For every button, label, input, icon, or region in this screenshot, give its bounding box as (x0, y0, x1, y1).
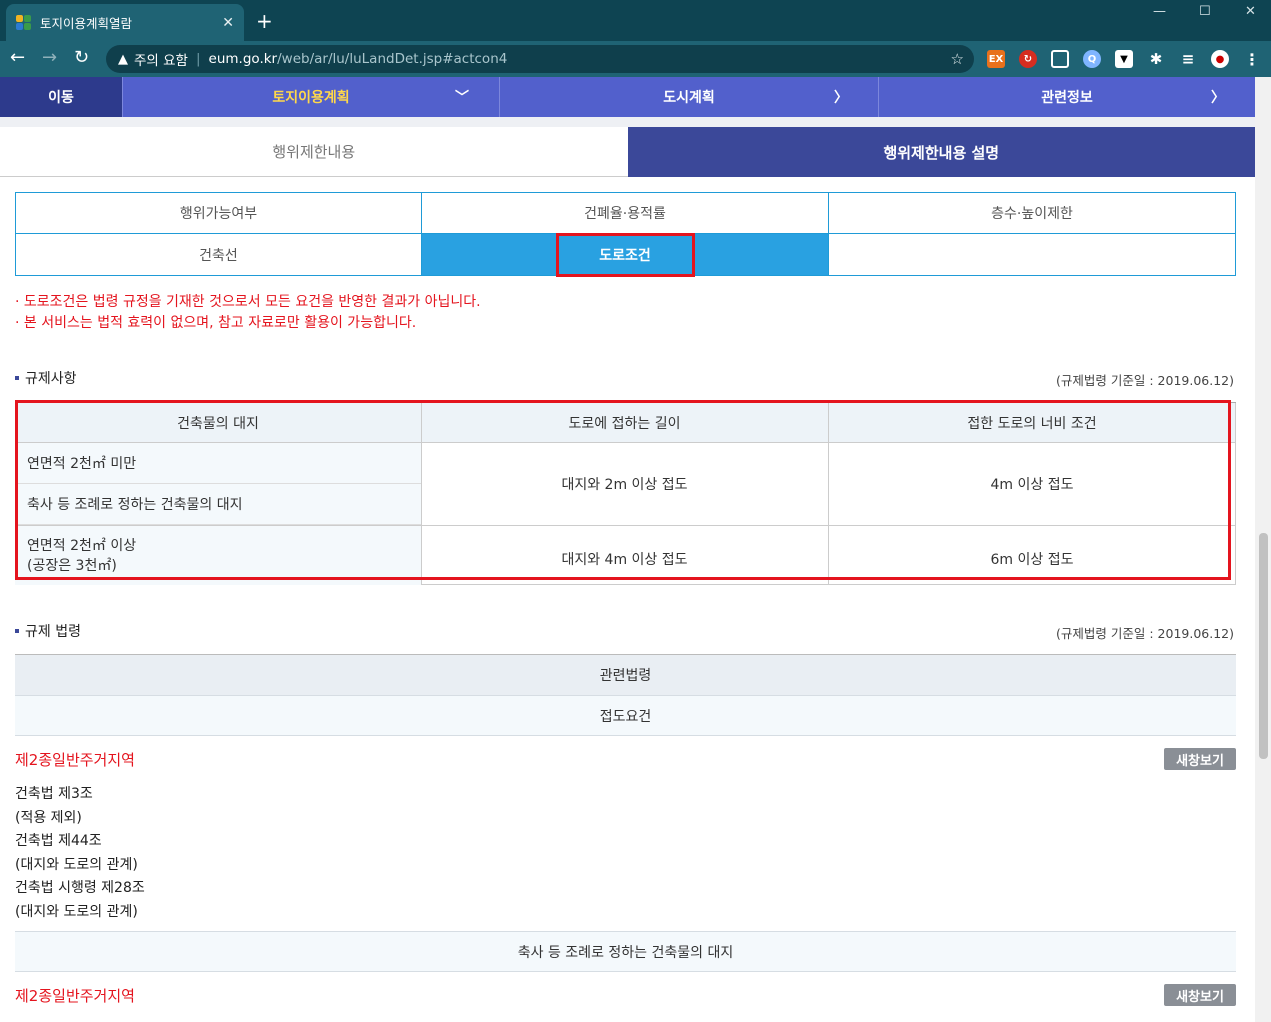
browser-tabbar: 토지이용계획열람 ✕ + — ☐ ✕ (0, 0, 1271, 41)
browser-toolbar: ← → ↻ ▲ 주의 요함 | eum.go.kr /web/ar/lu/luL… (0, 41, 1271, 77)
minimize-icon[interactable]: — (1153, 4, 1166, 19)
law-line: 건축법 시행령 제28조 (15, 880, 145, 896)
url-host: eum.go.kr (208, 51, 278, 67)
law-table-header: 관련법령 (15, 654, 1236, 695)
section-title-laws: 규제 법령 (15, 621, 81, 641)
section-title-text: 규제 법령 (25, 624, 81, 640)
law-line: 건축법 제3조 (15, 786, 93, 802)
chevron-right-icon: 〉 (1211, 90, 1225, 106)
bullet-square-icon (15, 376, 19, 380)
window-close-icon[interactable]: ✕ (1245, 4, 1256, 19)
extension-search-icon[interactable]: Q (1083, 50, 1101, 68)
address-bar[interactable]: ▲ 주의 요함 | eum.go.kr /web/ar/lu/luLandDet… (106, 45, 974, 73)
notice-line: · 도로조건은 법령 규정을 기재한 것으로서 모든 요건을 반영한 결과가 아… (15, 294, 481, 310)
extension-ex-icon[interactable]: EX (987, 50, 1005, 68)
law-line: 건축법 제44조 (15, 833, 102, 849)
regulation-date: (규제법령 기준일 : 2019.06.12) (1056, 373, 1234, 388)
site-navigation: 이동 토지이용계획 ﹀ 도시계획 〉 관련정보 〉 (0, 77, 1255, 117)
nav-land-use-plan-label: 토지이용계획 (272, 90, 350, 106)
reload-icon[interactable]: ↻ (74, 47, 89, 68)
forward-icon[interactable]: → (42, 47, 57, 68)
table-divider (1235, 403, 1236, 585)
browser-tab[interactable]: 토지이용계획열람 ✕ (6, 4, 244, 41)
highlight-box-table (15, 400, 1231, 580)
open-new-window-button[interactable]: 새창보기 (1164, 984, 1236, 1006)
nav-spacer (0, 117, 1255, 127)
subtab-permissibility[interactable]: 행위가능여부 (16, 193, 422, 234)
security-label: 주의 요함 (134, 53, 188, 69)
tab-action-restrictions-explained[interactable]: 행위제한내용 설명 (627, 127, 1255, 177)
nav-related-info-label: 관련정보 (1041, 90, 1093, 106)
subtab-building-line[interactable]: 건축선 (16, 234, 422, 275)
bullet-square-icon (15, 629, 19, 633)
reading-list-icon[interactable]: ≡ (1179, 50, 1197, 68)
zone-name: 제2종일반주거지역 (15, 987, 135, 1005)
nav-urban-plan[interactable]: 도시계획 〉 (499, 77, 878, 117)
chevron-right-icon: 〉 (834, 90, 848, 106)
extension-red-icon[interactable]: ↻ (1019, 50, 1037, 68)
nav-related-info[interactable]: 관련정보 〉 (878, 77, 1255, 117)
content-tabs: 행위제한내용 행위제한내용 설명 (0, 127, 1255, 177)
law-group-title: 축사 등 조례로 정하는 건축물의 대지 (15, 931, 1236, 972)
extension-shield-icon[interactable]: ▼ (1115, 50, 1133, 68)
subtab-height-limit[interactable]: 층수·높이제한 (829, 193, 1235, 234)
nav-land-use-plan[interactable]: 토지이용계획 ﹀ (122, 77, 499, 117)
back-icon[interactable]: ← (10, 47, 25, 68)
maximize-icon[interactable]: ☐ (1199, 4, 1211, 19)
highlight-box-subtab (556, 233, 695, 277)
extensions-puzzle-icon[interactable]: ✱ (1147, 50, 1165, 68)
law-group-title: 접도요건 (15, 695, 1236, 736)
subtab-coverage-ratio[interactable]: 건폐율·용적률 (422, 193, 829, 234)
open-new-window-button[interactable]: 새창보기 (1164, 748, 1236, 770)
section-title-text: 규제사항 (25, 371, 77, 387)
tab-close-icon[interactable]: ✕ (222, 15, 234, 31)
notice-line: · 본 서비스는 법적 효력이 없으며, 참고 자료로만 활용이 가능합니다. (15, 315, 417, 331)
warning-icon: ▲ (118, 51, 128, 67)
tab-action-restrictions[interactable]: 행위제한내용 (0, 127, 628, 177)
law-date: (규제법령 기준일 : 2019.06.12) (1056, 626, 1234, 641)
bookmark-star-icon[interactable]: ☆ (951, 50, 964, 68)
profile-avatar[interactable]: ● (1211, 50, 1229, 68)
nav-urban-plan-label: 도시계획 (663, 90, 715, 106)
site-favicon-icon (16, 14, 32, 31)
nav-move[interactable]: 이동 (0, 77, 122, 117)
url-path: /web/ar/lu/luLandDet.jsp#actcon4 (277, 51, 508, 67)
section-title-regulations: 규제사항 (15, 368, 77, 388)
new-tab-icon[interactable]: + (256, 9, 273, 33)
scrollbar-thumb[interactable] (1259, 533, 1268, 759)
law-line: (적용 제외) (15, 810, 82, 826)
law-line: (대지와 도로의 관계) (15, 904, 138, 920)
zone-name: 제2종일반주거지역 (15, 751, 135, 769)
chevron-down-icon: ﹀ (455, 90, 469, 106)
browser-menu-icon[interactable]: ⋮ (1243, 50, 1261, 69)
law-line: (대지와 도로의 관계) (15, 857, 138, 873)
extension-capture-icon[interactable] (1051, 50, 1069, 68)
tab-title: 토지이용계획열람 (40, 16, 133, 31)
subtab-empty (829, 234, 1235, 275)
address-separator: | (195, 51, 201, 67)
